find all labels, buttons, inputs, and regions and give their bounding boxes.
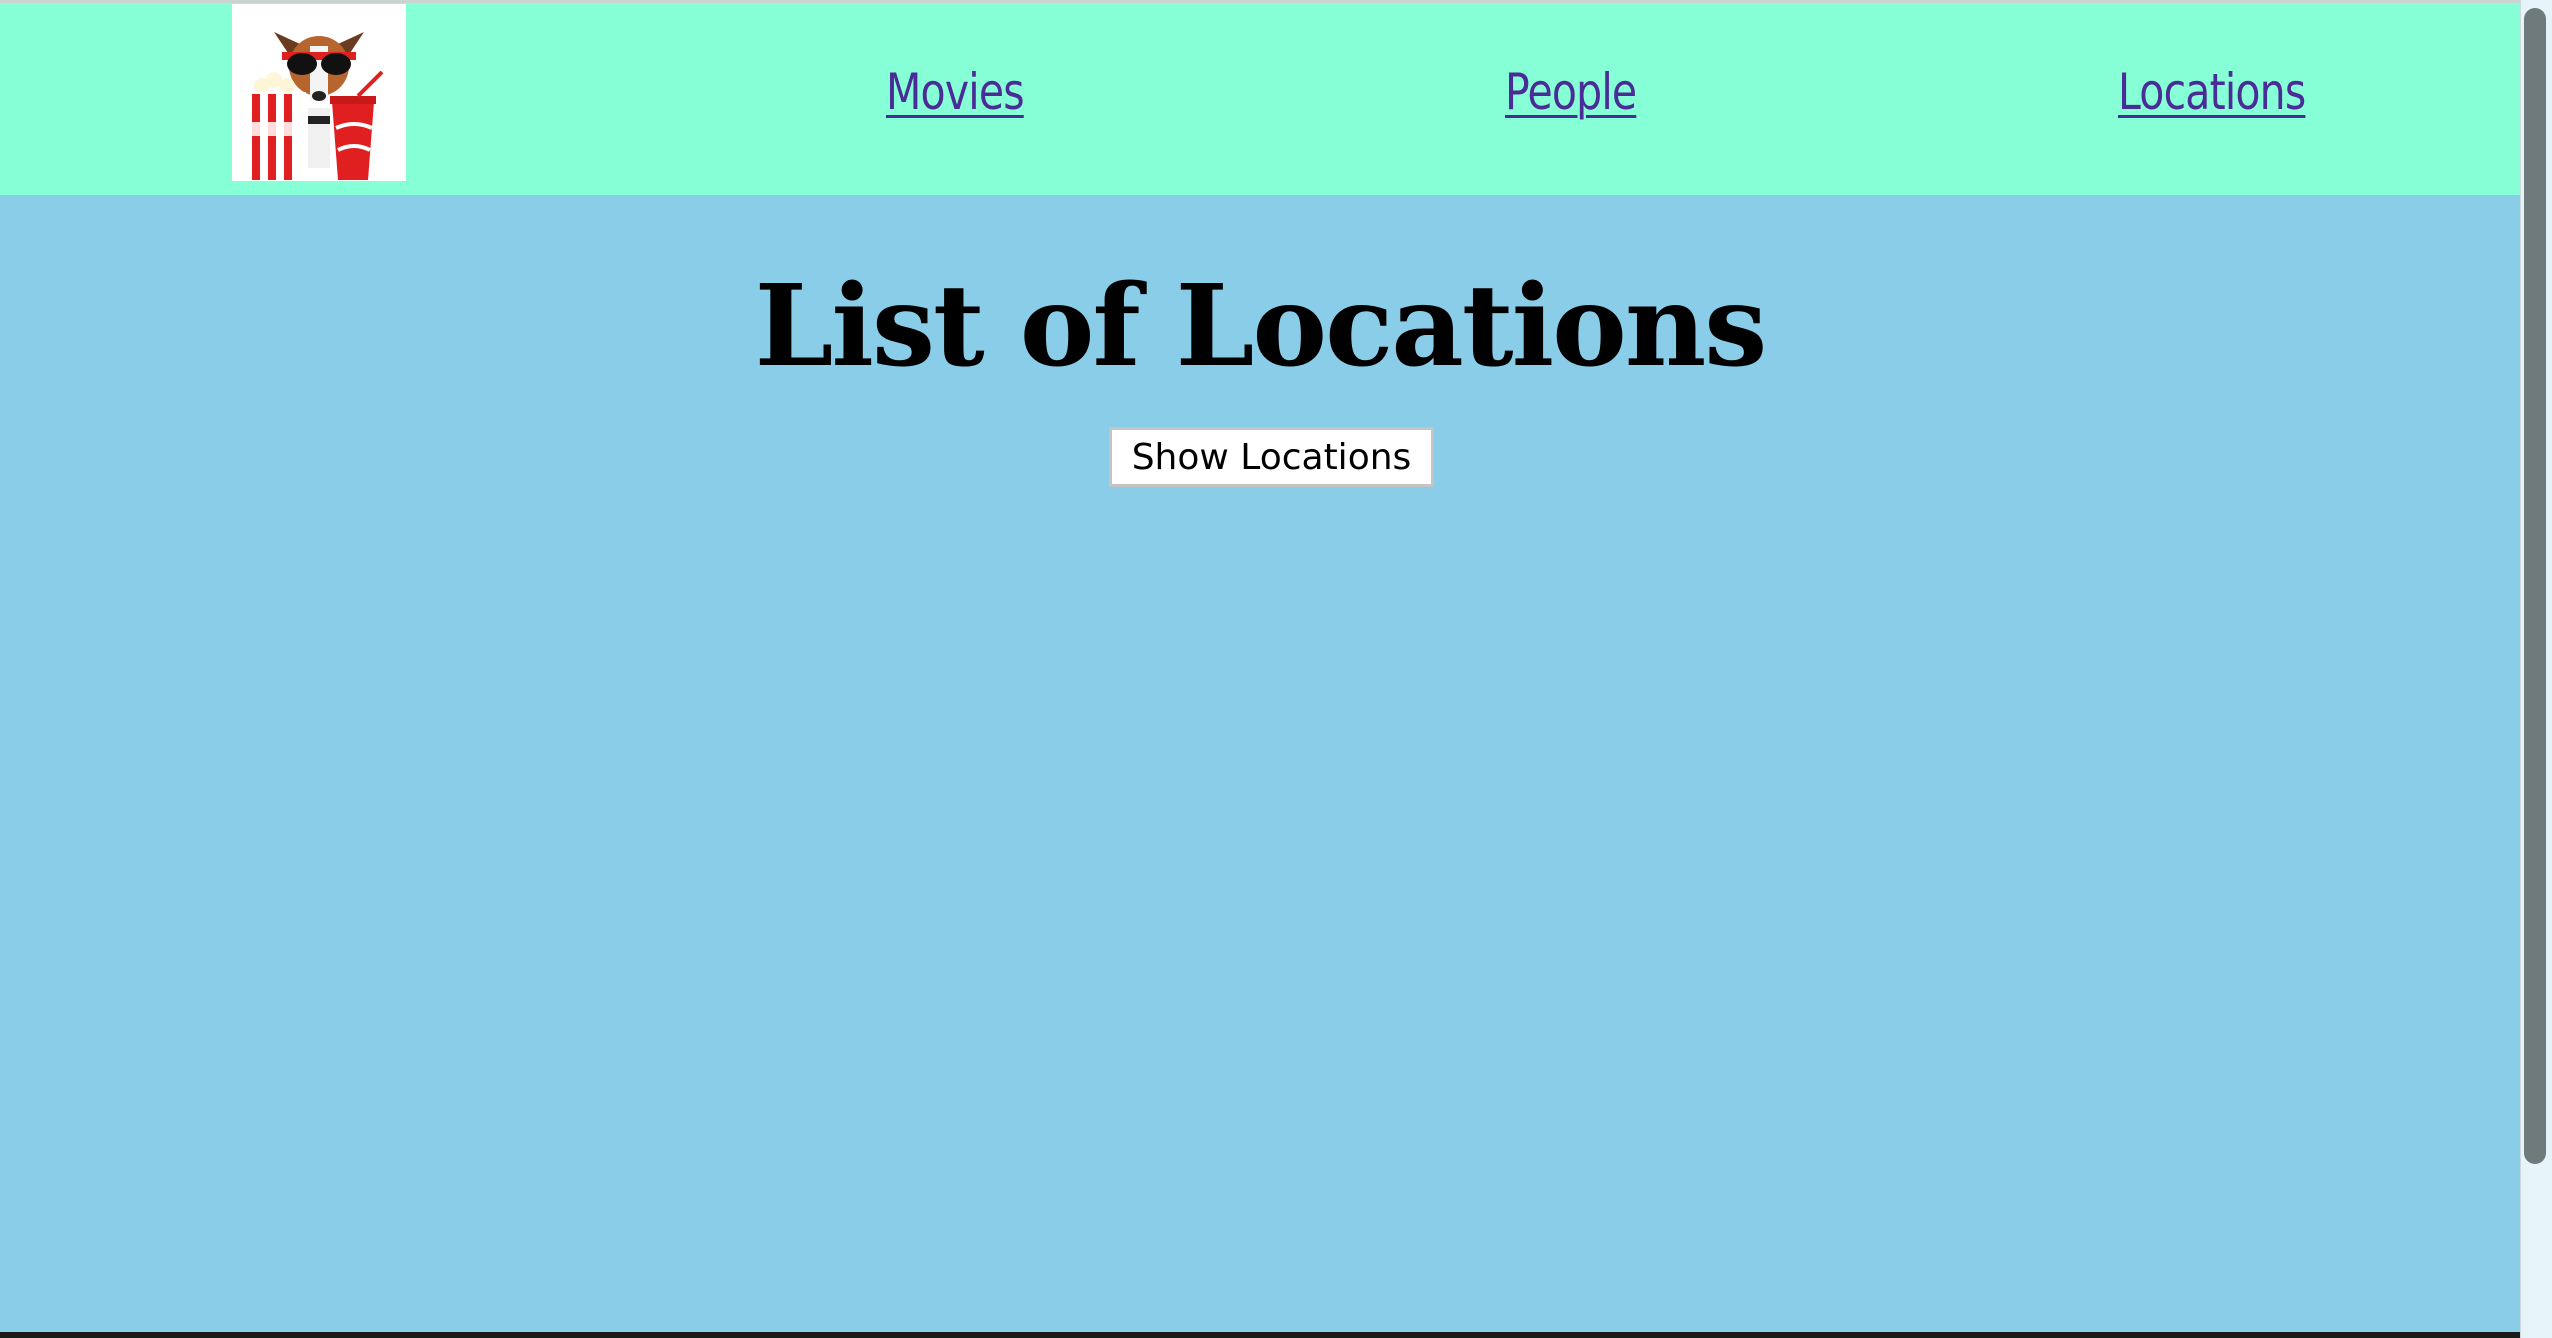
scrollbar-thumb[interactable] [2524,8,2546,1164]
nav-link-people[interactable]: People [1505,63,1637,121]
show-locations-button[interactable]: Show Locations [1109,427,1434,487]
popcorn-dog-logo-icon[interactable] [232,4,406,181]
page-title: List of Locations [754,261,1768,392]
top-navbar: Movies People Locations [0,3,2520,195]
nav-link-locations[interactable]: Locations [2118,63,2306,121]
nav-link-movies[interactable]: Movies [886,63,1025,121]
bottom-border [0,1332,2520,1338]
